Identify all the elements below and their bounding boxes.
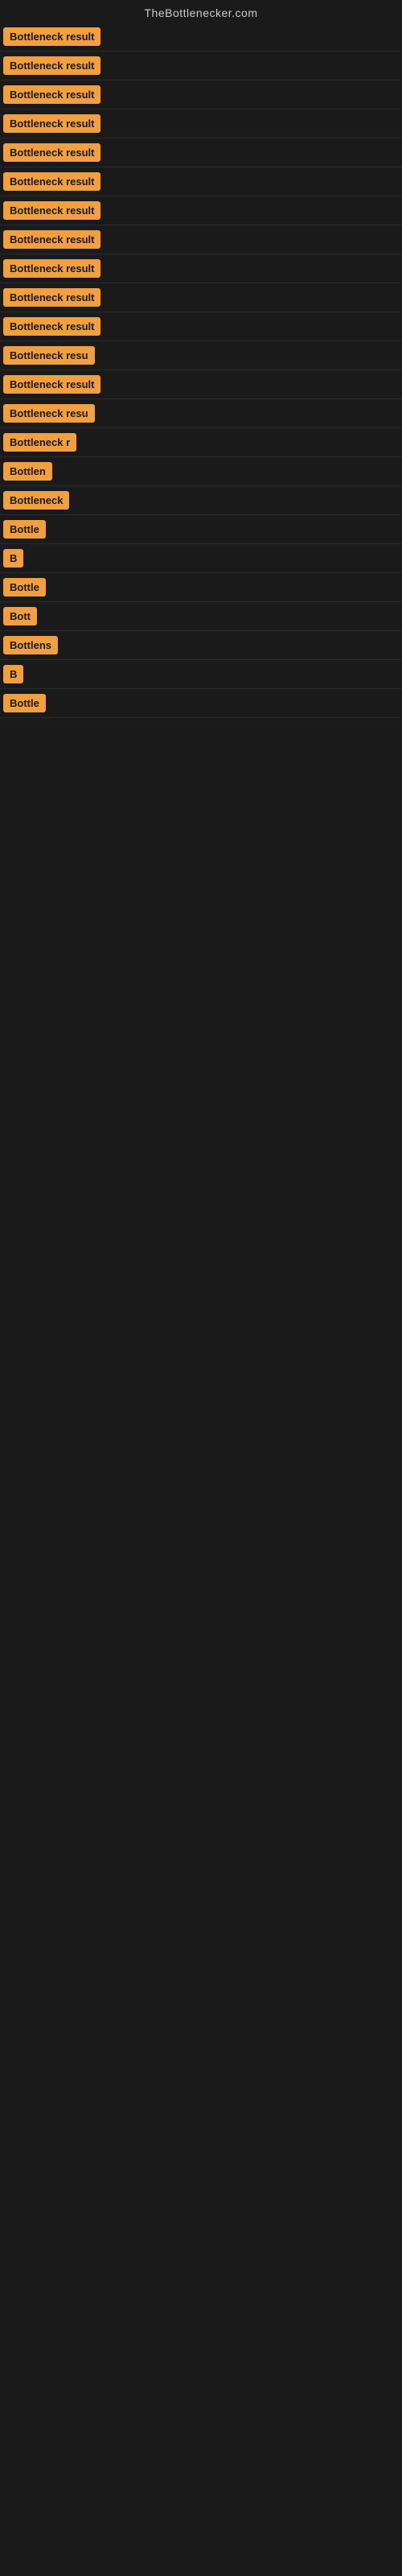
result-row[interactable]: Bottle xyxy=(0,573,402,602)
result-row[interactable]: Bottleneck result xyxy=(0,254,402,283)
bottleneck-badge: B xyxy=(3,549,23,568)
bottleneck-badge: Bottlen xyxy=(3,462,52,481)
result-row[interactable]: Bottleneck result xyxy=(0,283,402,312)
result-row[interactable]: Bottleneck result xyxy=(0,370,402,399)
result-row[interactable]: Bottlens xyxy=(0,631,402,660)
bottleneck-badge: Bottleneck result xyxy=(3,201,100,220)
result-row[interactable]: Bottleneck resu xyxy=(0,341,402,370)
result-row[interactable]: Bottle xyxy=(0,515,402,544)
bottleneck-badge: Bottleneck result xyxy=(3,288,100,307)
site-title-container: TheBottlenecker.com xyxy=(0,0,402,23)
bottleneck-badge: Bottleneck result xyxy=(3,27,100,46)
bottleneck-badge: Bottleneck result xyxy=(3,114,100,133)
result-row[interactable]: Bottleneck result xyxy=(0,196,402,225)
bottleneck-badge: Bottleneck result xyxy=(3,56,100,75)
result-row[interactable]: Bottleneck result xyxy=(0,109,402,138)
result-row[interactable]: Bottleneck result xyxy=(0,52,402,80)
result-row[interactable]: Bottleneck resu xyxy=(0,399,402,428)
result-row[interactable]: Bottleneck result xyxy=(0,312,402,341)
result-row[interactable]: Bott xyxy=(0,602,402,631)
bottleneck-badge: Bottle xyxy=(3,694,46,712)
result-row[interactable]: Bottleneck xyxy=(0,486,402,515)
result-row[interactable]: Bottle xyxy=(0,689,402,718)
result-row[interactable]: B xyxy=(0,660,402,689)
bottleneck-badge: Bottlens xyxy=(3,636,58,654)
bottleneck-badge: Bottleneck result xyxy=(3,375,100,394)
result-row[interactable]: Bottleneck result xyxy=(0,80,402,109)
bottleneck-badge: Bottle xyxy=(3,578,46,597)
bottleneck-badge: Bottle xyxy=(3,520,46,539)
bottleneck-badge: Bottleneck result xyxy=(3,85,100,104)
result-row[interactable]: Bottleneck result xyxy=(0,138,402,167)
bottleneck-badge: Bottleneck result xyxy=(3,172,100,191)
bottleneck-badge: Bottleneck resu xyxy=(3,404,95,423)
result-row[interactable]: Bottlen xyxy=(0,457,402,486)
bottleneck-badge: Bottleneck r xyxy=(3,433,76,452)
bottleneck-badge: Bottleneck result xyxy=(3,143,100,162)
bottleneck-badge: Bottleneck resu xyxy=(3,346,95,365)
result-row[interactable]: Bottleneck r xyxy=(0,428,402,457)
results-list: Bottleneck result Bottleneck result Bottle… xyxy=(0,23,402,718)
bottleneck-badge: Bottleneck result xyxy=(3,259,100,278)
bottleneck-badge: B xyxy=(3,665,23,683)
bottleneck-badge: Bottleneck xyxy=(3,491,69,510)
result-row[interactable]: B xyxy=(0,544,402,573)
result-row[interactable]: Bottleneck result xyxy=(0,225,402,254)
result-row[interactable]: Bottleneck result xyxy=(0,23,402,52)
result-row[interactable]: Bottleneck result xyxy=(0,167,402,196)
bottleneck-badge: Bottleneck result xyxy=(3,230,100,249)
bottleneck-badge: Bottleneck result xyxy=(3,317,100,336)
site-title: TheBottlenecker.com xyxy=(0,0,402,23)
bottleneck-badge: Bott xyxy=(3,607,37,625)
